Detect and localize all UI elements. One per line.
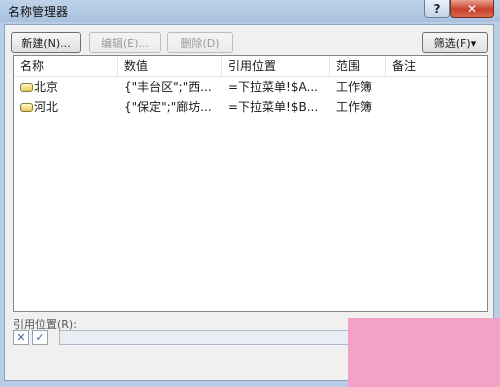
window-title: 名称管理器	[8, 5, 69, 19]
value-cell: {"保定";"廊坊...	[124, 100, 212, 114]
edit-button[interactable]: 编辑(E)...	[89, 32, 161, 53]
names-list[interactable]: 名称 数值 引用位置 范围 备注 北京 {"丰台区";"西... =下拉菜单!$…	[13, 55, 488, 312]
delete-button[interactable]: 删除(D)	[167, 32, 233, 53]
value-cell: {"丰台区";"西...	[124, 80, 212, 94]
table-row[interactable]: 河北 {"保定";"廊坊... =下拉菜单!$B... 工作簿	[14, 98, 487, 116]
refers-to-cell: =下拉菜单!$B...	[228, 100, 319, 114]
confirm-icon: ✓	[35, 331, 45, 344]
confirm-edit-button[interactable]: ✓	[32, 330, 48, 345]
column-header-scope[interactable]: 范围	[330, 56, 386, 76]
refers-to-cell: =下拉菜单!$A...	[228, 80, 318, 94]
column-header-name[interactable]: 名称	[14, 56, 118, 76]
table-row[interactable]: 北京 {"丰台区";"西... =下拉菜单!$A... 工作簿	[14, 78, 487, 96]
close-button[interactable]: ✕	[450, 0, 494, 18]
title-bar[interactable]: 名称管理器 ? ✕	[0, 0, 500, 22]
cancel-icon: ✕	[16, 331, 26, 344]
scope-cell: 工作簿	[336, 100, 373, 114]
name-manager-window: 名称管理器 ? ✕ 新建(N)... 编辑(E)... 删除(D) 筛选(F)▾…	[0, 0, 500, 387]
new-button[interactable]: 新建(N)...	[11, 32, 81, 53]
comment-cell	[386, 98, 487, 116]
name-cell: 北京	[34, 80, 59, 94]
column-header-value[interactable]: 数值	[118, 56, 222, 76]
column-header-refers-to[interactable]: 引用位置	[222, 56, 330, 76]
help-icon: ?	[433, 1, 441, 16]
filter-button[interactable]: 筛选(F)▾	[422, 32, 488, 53]
scope-cell: 工作簿	[336, 80, 373, 94]
close-icon: ✕	[466, 1, 478, 16]
list-header: 名称 数值 引用位置 范围 备注	[14, 56, 487, 77]
cancel-edit-button[interactable]: ✕	[13, 330, 29, 345]
watermark-logo	[348, 318, 500, 387]
help-button[interactable]: ?	[424, 0, 450, 18]
name-cell: 河北	[34, 100, 59, 114]
column-header-comment[interactable]: 备注	[386, 56, 487, 76]
comment-cell	[386, 78, 487, 96]
